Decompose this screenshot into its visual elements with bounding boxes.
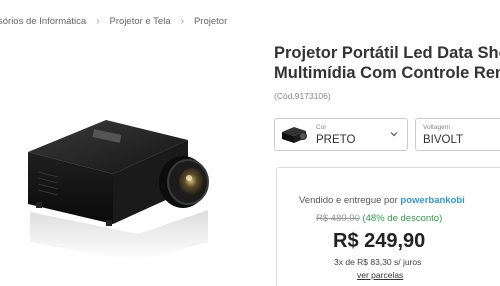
installments-text: 3x de R$ 83,30 s/ juros	[334, 257, 422, 267]
breadcrumb-item-projetor[interactable]: Projetor	[194, 16, 227, 27]
breadcrumb: sórios de Informática › Projetor e Tela …	[0, 16, 227, 27]
color-select[interactable]: Cor PRETO	[274, 118, 408, 151]
installments-link[interactable]: ver parcelas	[357, 270, 403, 280]
current-price: R$ 249,90	[333, 230, 426, 252]
old-price: R$ 489,90	[316, 213, 360, 224]
breadcrumb-item-projetor-e-tela[interactable]: Projetor e Tela	[110, 16, 171, 27]
breadcrumb-item-informatica[interactable]: sórios de Informática	[0, 16, 86, 27]
chevron-right-icon: ›	[96, 16, 100, 27]
color-value: PRETO	[316, 134, 356, 146]
seller-link[interactable]: powerbankobi	[400, 195, 464, 206]
voltage-select[interactable]: Voltagem BIVOLT	[415, 118, 500, 151]
product-title-line1: Projetor Portátil Led Data Show	[274, 44, 500, 62]
seller-prefix: Vendido e entregue por	[299, 195, 398, 206]
projector-thumbnail	[282, 127, 307, 143]
product-sku: (Cód.9173106)	[274, 91, 331, 101]
color-label: Cor	[316, 124, 327, 131]
product-title: Projetor Portátil Led Data Show Multimíd…	[274, 43, 500, 83]
discount-badge: (48% de desconto)	[362, 213, 443, 224]
product-image[interactable]	[18, 112, 218, 262]
seller-info: Vendido e entregue por powerbankobi	[299, 195, 465, 206]
chevron-down-icon	[390, 132, 398, 137]
voltage-value: BIVOLT	[423, 134, 464, 146]
product-title-line2: Multimídia Com Controle Remot	[274, 64, 500, 82]
voltage-label: Voltagem	[423, 124, 451, 131]
price-comparison: R$ 489,90 (48% de desconto)	[316, 213, 442, 224]
chevron-right-icon: ›	[180, 16, 184, 27]
buy-box	[276, 167, 500, 286]
